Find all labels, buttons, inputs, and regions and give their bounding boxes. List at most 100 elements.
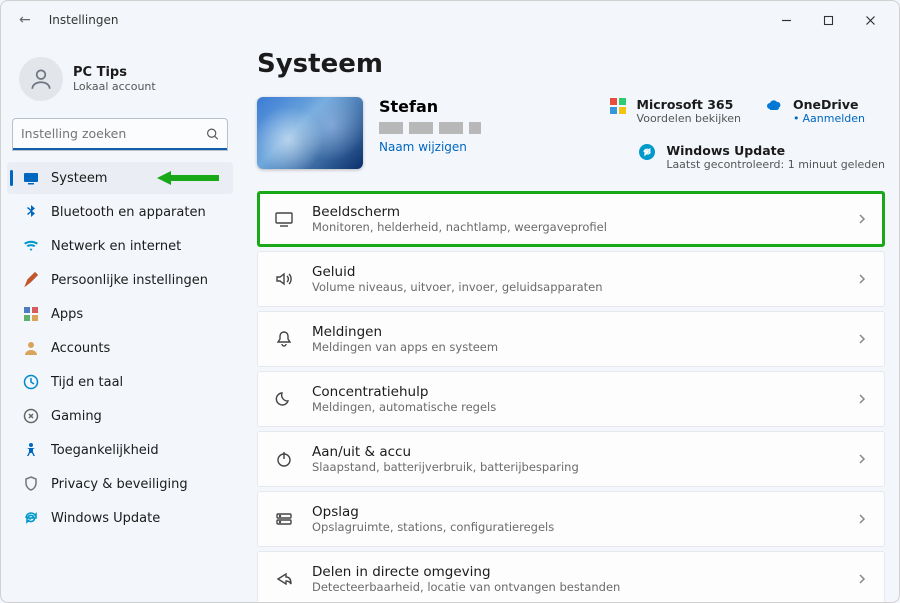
nav-label: Persoonlijke instellingen bbox=[51, 273, 208, 288]
nav-label: Tijd en taal bbox=[51, 375, 123, 390]
maximize-button[interactable] bbox=[807, 6, 849, 34]
onedrive-icon bbox=[765, 97, 783, 115]
chevron-right-icon bbox=[856, 450, 868, 469]
pc-thumbnail bbox=[257, 97, 363, 169]
account-name: PC Tips bbox=[73, 65, 156, 80]
pc-name: Stefan bbox=[379, 97, 481, 116]
chevron-right-icon bbox=[856, 570, 868, 589]
main-content: Systeem Stefan Naam wijzigen Mi bbox=[239, 39, 899, 602]
nav-label: Privacy & beveiliging bbox=[51, 477, 188, 492]
close-button[interactable] bbox=[849, 6, 891, 34]
setting-title: Concentratiehulp bbox=[312, 384, 838, 400]
setting-sub: Detecteerbaarheid, locatie van ontvangen… bbox=[312, 580, 838, 594]
share-icon bbox=[274, 569, 294, 589]
tile-microsoft365[interactable]: Microsoft 365Voordelen bekijken bbox=[609, 97, 741, 125]
chevron-right-icon bbox=[856, 390, 868, 409]
settings-list: BeeldschermMonitoren, helderheid, nachtl… bbox=[257, 191, 885, 602]
sidebar-item-systeem[interactable]: Systeem bbox=[7, 162, 233, 194]
shield-icon bbox=[23, 476, 39, 492]
tile-title: OneDrive bbox=[793, 97, 865, 112]
setting-item-geluid[interactable]: GeluidVolume niveaus, uitvoer, invoer, g… bbox=[257, 251, 885, 307]
setting-item-meldingen[interactable]: MeldingenMeldingen van apps en systeem bbox=[257, 311, 885, 367]
nav-label: Gaming bbox=[51, 409, 102, 424]
nav-label: Apps bbox=[51, 307, 83, 322]
setting-title: Aan/uit & accu bbox=[312, 444, 838, 460]
tile-title: Windows Update bbox=[666, 143, 885, 158]
sidebar-item-gaming[interactable]: Gaming bbox=[7, 400, 233, 432]
chevron-right-icon bbox=[856, 270, 868, 289]
setting-sub: Volume niveaus, uitvoer, invoer, geluids… bbox=[312, 280, 838, 294]
bluetooth-icon bbox=[23, 204, 39, 220]
tile-sub: Laatst gecontroleerd: 1 minuut geleden bbox=[666, 158, 885, 171]
sidebar-item-network[interactable]: Netwerk en internet bbox=[7, 230, 233, 262]
apps-icon bbox=[23, 306, 39, 322]
clock-icon bbox=[23, 374, 39, 390]
tile-onedrive[interactable]: OneDrive•Aanmelden bbox=[765, 97, 885, 125]
sidebar-item-accessibility[interactable]: Toegankelijkheid bbox=[7, 434, 233, 466]
search-icon bbox=[206, 125, 219, 144]
cloud-column: Microsoft 365Voordelen bekijken OneDrive… bbox=[511, 97, 885, 171]
sidebar-item-personalization[interactable]: Persoonlijke instellingen bbox=[7, 264, 233, 296]
account-block[interactable]: PC Tips Lokaal account bbox=[7, 47, 233, 117]
system-icon bbox=[23, 170, 39, 186]
power-icon bbox=[274, 449, 294, 469]
avatar bbox=[19, 57, 63, 101]
page-title: Systeem bbox=[257, 49, 885, 79]
tile-title: Microsoft 365 bbox=[637, 97, 741, 112]
sidebar-item-accounts[interactable]: Accounts bbox=[7, 332, 233, 364]
rename-link[interactable]: Naam wijzigen bbox=[379, 140, 481, 154]
setting-title: Delen in directe omgeving bbox=[312, 564, 838, 580]
setting-item-concentratiehulp[interactable]: ConcentratiehulpMeldingen, automatische … bbox=[257, 371, 885, 427]
setting-title: Meldingen bbox=[312, 324, 838, 340]
nav-label: Toegankelijkheid bbox=[51, 443, 159, 458]
setting-sub: Meldingen, automatische regels bbox=[312, 400, 838, 414]
tile-windows-update[interactable]: Windows UpdateLaatst gecontroleerd: 1 mi… bbox=[638, 143, 885, 171]
sidebar-item-bluetooth[interactable]: Bluetooth en apparaten bbox=[7, 196, 233, 228]
chevron-right-icon bbox=[856, 330, 868, 349]
window-title: Instellingen bbox=[49, 13, 119, 27]
winupdate-icon bbox=[638, 143, 656, 161]
minimize-button[interactable] bbox=[765, 6, 807, 34]
tile-sub: •Aanmelden bbox=[793, 112, 865, 125]
search-wrap bbox=[13, 119, 227, 150]
person-icon bbox=[23, 340, 39, 356]
bell-icon bbox=[274, 329, 294, 349]
titlebar: ← Instellingen bbox=[1, 1, 899, 39]
nav-label: Systeem bbox=[51, 171, 107, 186]
update-icon bbox=[23, 510, 39, 526]
sidebar-item-privacy[interactable]: Privacy & beveiliging bbox=[7, 468, 233, 500]
moon-icon bbox=[274, 389, 294, 409]
sidebar-item-windows-update[interactable]: Windows Update bbox=[7, 502, 233, 534]
accessibility-icon bbox=[23, 442, 39, 458]
m365-icon bbox=[609, 97, 627, 115]
setting-item-aanuit-accu[interactable]: Aan/uit & accuSlaapstand, batterijverbru… bbox=[257, 431, 885, 487]
tile-sub: Voordelen bekijken bbox=[637, 112, 741, 125]
display-icon bbox=[274, 209, 294, 229]
nav-label: Accounts bbox=[51, 341, 110, 356]
setting-item-delen[interactable]: Delen in directe omgevingDetecteerbaarhe… bbox=[257, 551, 885, 602]
sidebar: PC Tips Lokaal account Systeem Bluetooth… bbox=[1, 39, 239, 602]
system-summary-panel: Stefan Naam wijzigen Microsoft 365Voorde… bbox=[257, 97, 885, 171]
search-input[interactable] bbox=[13, 119, 227, 150]
setting-title: Geluid bbox=[312, 264, 838, 280]
setting-sub: Opslagruimte, stations, configuratierege… bbox=[312, 520, 838, 534]
sidebar-item-time-language[interactable]: Tijd en taal bbox=[7, 366, 233, 398]
annotation-arrow bbox=[157, 171, 219, 185]
sound-icon bbox=[274, 269, 294, 289]
setting-title: Opslag bbox=[312, 504, 838, 520]
gaming-icon bbox=[23, 408, 39, 424]
setting-title: Beeldscherm bbox=[312, 204, 838, 220]
nav-label: Bluetooth en apparaten bbox=[51, 205, 206, 220]
storage-icon bbox=[274, 509, 294, 529]
sidebar-item-apps[interactable]: Apps bbox=[7, 298, 233, 330]
nav-label: Netwerk en internet bbox=[51, 239, 181, 254]
back-button[interactable]: ← bbox=[15, 10, 35, 30]
setting-item-beeldscherm[interactable]: BeeldschermMonitoren, helderheid, nachtl… bbox=[257, 191, 885, 247]
setting-item-opslag[interactable]: OpslagOpslagruimte, stations, configurat… bbox=[257, 491, 885, 547]
setting-sub: Monitoren, helderheid, nachtlamp, weerga… bbox=[312, 220, 838, 234]
setting-sub: Meldingen van apps en systeem bbox=[312, 340, 838, 354]
account-sub: Lokaal account bbox=[73, 80, 156, 93]
chevron-right-icon bbox=[856, 510, 868, 529]
brush-icon bbox=[23, 272, 39, 288]
setting-sub: Slaapstand, batterijverbruik, batterijbe… bbox=[312, 460, 838, 474]
